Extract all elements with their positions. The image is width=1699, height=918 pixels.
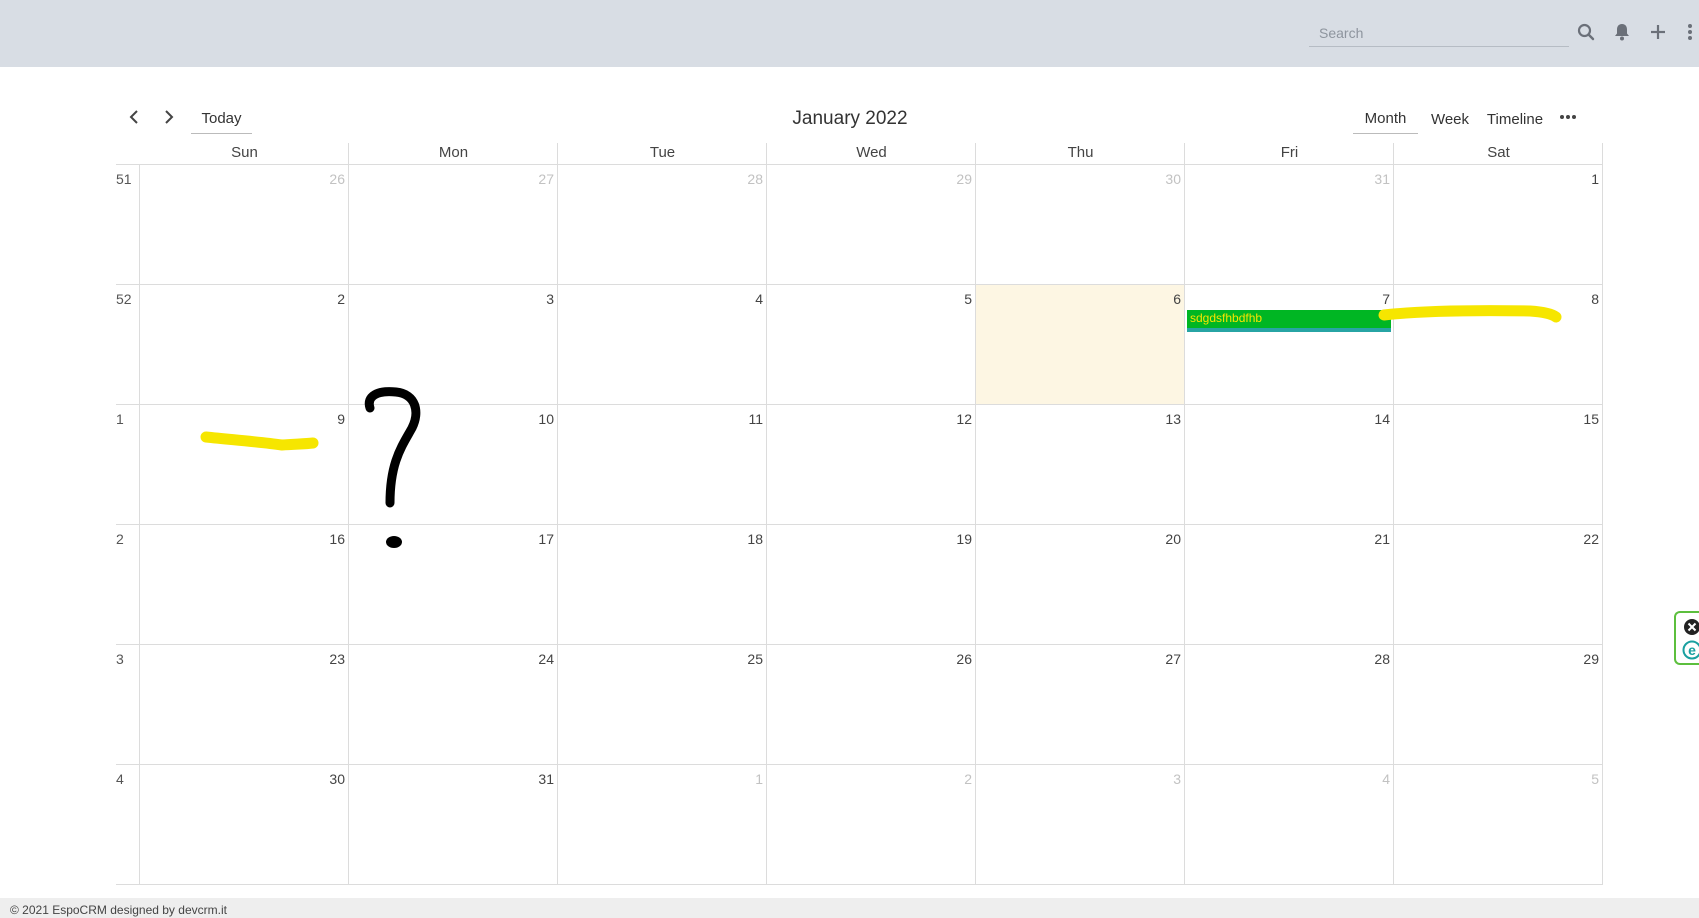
question-mark-annotation	[364, 387, 421, 508]
footer	[0, 898, 1699, 918]
highlight-mark	[200, 431, 319, 451]
annotation-overlay	[200, 305, 1562, 548]
svg-text:e: e	[1688, 642, 1696, 658]
question-mark-dot	[386, 536, 402, 548]
highlight-mark	[1378, 305, 1562, 323]
side-widget[interactable]: e	[1674, 611, 1699, 665]
footer-copyright: © 2021 EspoCRM designed by devcrm.it	[10, 903, 227, 917]
